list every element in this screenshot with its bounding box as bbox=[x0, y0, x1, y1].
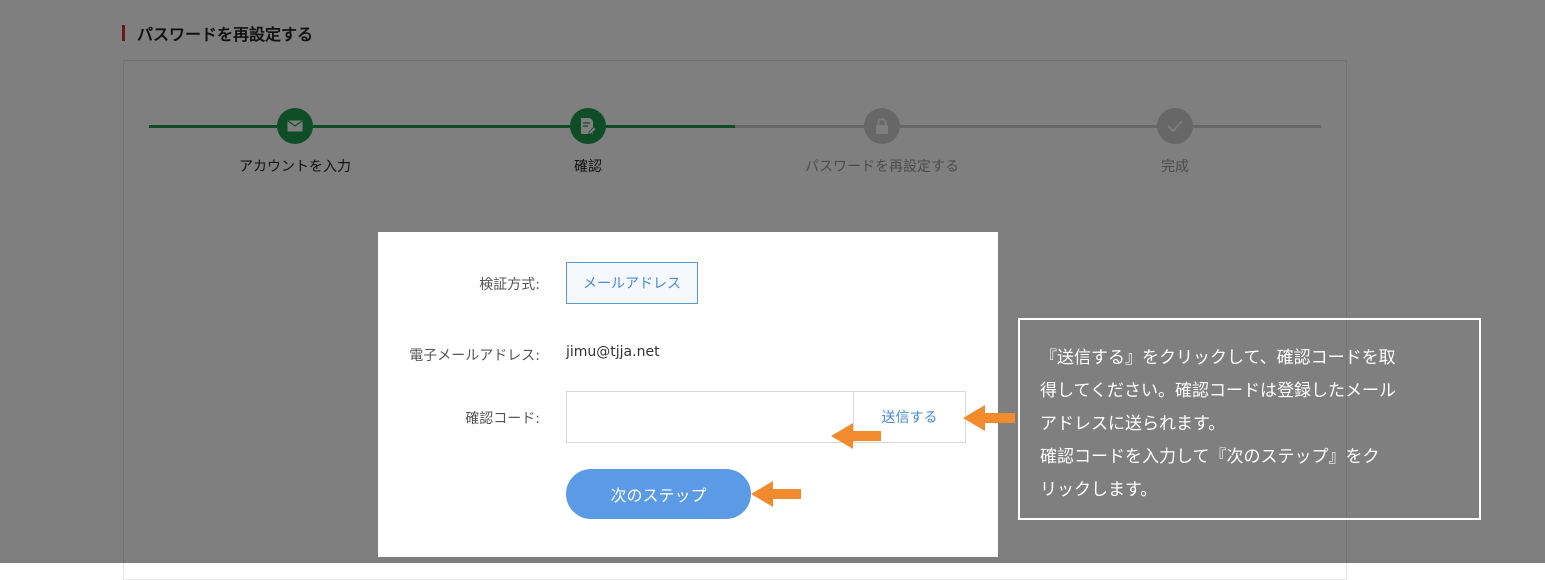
callout-line: 確認コードを入力して『次のステップ』をク bbox=[1040, 447, 1380, 467]
arrow-left-icon bbox=[831, 423, 881, 449]
code-label: 確認コード: bbox=[465, 411, 540, 427]
arrow-left-icon bbox=[963, 405, 1015, 431]
callout-line: 『送信する』をクリックして、確認コードを取 bbox=[1040, 348, 1396, 368]
callout-line: アドレスに送られます。 bbox=[1040, 414, 1226, 434]
callout-line: リックします。 bbox=[1040, 480, 1158, 500]
email-label: 電子メールアドレス: bbox=[409, 348, 540, 364]
verification-code-input[interactable] bbox=[566, 391, 854, 443]
next-step-button[interactable]: 次のステップ bbox=[566, 469, 751, 519]
instruction-callout: 『送信する』をクリックして、確認コードを取 得してください。確認コードは登録した… bbox=[1018, 318, 1481, 520]
method-label: 検証方式: bbox=[479, 277, 540, 293]
callout-line: 得してください。確認コードは登録したメール bbox=[1040, 381, 1396, 401]
email-method-button[interactable]: メールアドレス bbox=[566, 262, 698, 304]
arrow-left-icon bbox=[751, 481, 801, 507]
email-value: jimu@tjja.net bbox=[566, 344, 660, 360]
verification-form: 検証方式: メールアドレス 電子メールアドレス: jimu@tjja.net 確… bbox=[378, 232, 998, 557]
